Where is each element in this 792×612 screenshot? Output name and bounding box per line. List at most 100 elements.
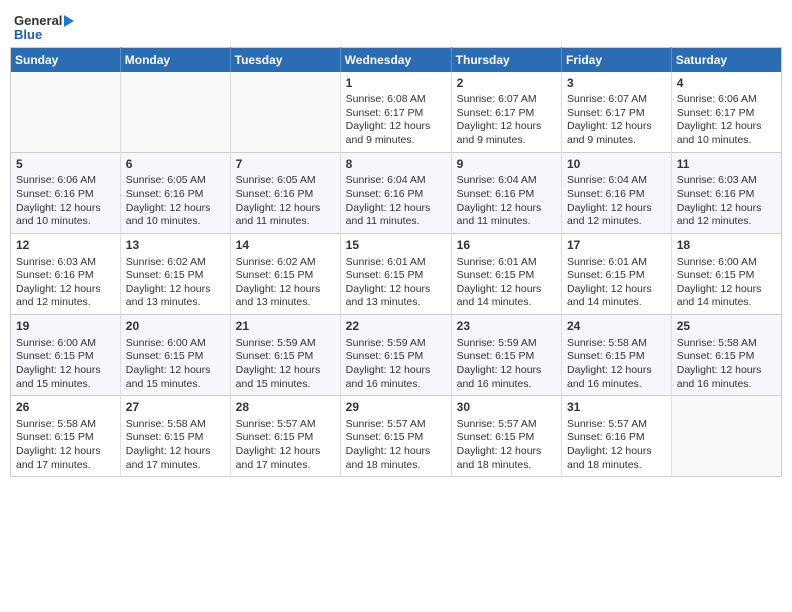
- weekday-header-saturday: Saturday: [671, 47, 781, 72]
- day-number: 11: [677, 157, 776, 173]
- day-info: Sunrise: 6:08 AM Sunset: 6:17 PM Dayligh…: [346, 93, 446, 148]
- calendar-cell: 16 Sunrise: 6:01 AM Sunset: 6:15 PM Dayli…: [451, 233, 561, 314]
- day-info: Sunrise: 5:59 AM Sunset: 6:15 PM Dayligh…: [457, 337, 556, 392]
- day-info: Sunrise: 5:57 AM Sunset: 6:15 PM Dayligh…: [457, 418, 556, 473]
- weekday-header-wednesday: Wednesday: [340, 47, 451, 72]
- day-number: 14: [236, 238, 335, 254]
- calendar-cell: 15 Sunrise: 6:01 AM Sunset: 6:15 PM Dayli…: [340, 233, 451, 314]
- calendar-table: SundayMondayTuesdayWednesdayThursdayFrid…: [10, 47, 782, 478]
- day-number: 10: [567, 157, 666, 173]
- calendar-cell: 28 Sunrise: 5:57 AM Sunset: 6:15 PM Dayli…: [230, 396, 340, 477]
- day-number: 4: [677, 76, 776, 92]
- calendar-week-row: 26 Sunrise: 5:58 AM Sunset: 6:15 PM Dayli…: [11, 396, 782, 477]
- calendar-cell: 2Sunrise: 6:07 AM Sunset: 6:17 PM Daylig…: [451, 72, 561, 153]
- day-info: Sunrise: 6:03 AM Sunset: 6:16 PM Dayligh…: [677, 174, 776, 229]
- day-info: Sunrise: 5:58 AM Sunset: 6:15 PM Dayligh…: [126, 418, 225, 473]
- day-info: Sunrise: 6:03 AM Sunset: 6:16 PM Dayligh…: [16, 256, 115, 311]
- day-info: Sunrise: 6:01 AM Sunset: 6:15 PM Dayligh…: [346, 256, 446, 311]
- logo-text-blue: Blue: [14, 28, 42, 42]
- calendar-cell: 7Sunrise: 6:05 AM Sunset: 6:16 PM Daylig…: [230, 152, 340, 233]
- day-number: 21: [236, 319, 335, 335]
- calendar-cell: 23Sunrise: 5:59 AM Sunset: 6:15 PM Dayli…: [451, 315, 561, 396]
- day-number: 30: [457, 400, 556, 416]
- day-info: Sunrise: 6:04 AM Sunset: 6:16 PM Dayligh…: [346, 174, 446, 229]
- day-number: 5: [16, 157, 115, 173]
- day-info: Sunrise: 6:01 AM Sunset: 6:15 PM Dayligh…: [567, 256, 666, 311]
- calendar-cell: 26 Sunrise: 5:58 AM Sunset: 6:15 PM Dayli…: [11, 396, 121, 477]
- day-info: Sunrise: 6:05 AM Sunset: 6:16 PM Dayligh…: [126, 174, 225, 229]
- calendar-cell: 11Sunrise: 6:03 AM Sunset: 6:16 PM Dayli…: [671, 152, 781, 233]
- calendar-cell: 25 Sunrise: 5:58 AM Sunset: 6:15 PM Dayli…: [671, 315, 781, 396]
- day-info: Sunrise: 6:04 AM Sunset: 6:16 PM Dayligh…: [567, 174, 666, 229]
- calendar-cell: 24Sunrise: 5:58 AM Sunset: 6:15 PM Dayli…: [562, 315, 672, 396]
- day-number: 31: [567, 400, 666, 416]
- calendar-week-row: 19 Sunrise: 6:00 AM Sunset: 6:15 PM Dayli…: [11, 315, 782, 396]
- day-number: 18: [677, 238, 776, 254]
- day-info: Sunrise: 6:06 AM Sunset: 6:17 PM Dayligh…: [677, 93, 776, 148]
- day-info: Sunrise: 6:07 AM Sunset: 6:17 PM Dayligh…: [457, 93, 556, 148]
- day-info: Sunrise: 6:00 AM Sunset: 6:15 PM Dayligh…: [126, 337, 225, 392]
- day-info: Sunrise: 6:04 AM Sunset: 6:16 PM Dayligh…: [457, 174, 556, 229]
- day-number: 19: [16, 319, 115, 335]
- logo: General Blue: [14, 14, 74, 43]
- calendar-cell: 17 Sunrise: 6:01 AM Sunset: 6:15 PM Dayli…: [562, 233, 672, 314]
- calendar-cell: 4Sunrise: 6:06 AM Sunset: 6:17 PM Daylig…: [671, 72, 781, 153]
- calendar-cell: 31Sunrise: 5:57 AM Sunset: 6:16 PM Dayli…: [562, 396, 672, 477]
- day-number: 17: [567, 238, 666, 254]
- day-info: Sunrise: 6:00 AM Sunset: 6:15 PM Dayligh…: [677, 256, 776, 311]
- calendar-cell: 14 Sunrise: 6:02 AM Sunset: 6:15 PM Dayli…: [230, 233, 340, 314]
- day-info: Sunrise: 5:58 AM Sunset: 6:15 PM Dayligh…: [677, 337, 776, 392]
- calendar-cell: 3Sunrise: 6:07 AM Sunset: 6:17 PM Daylig…: [562, 72, 672, 153]
- day-info: Sunrise: 5:58 AM Sunset: 6:15 PM Dayligh…: [16, 418, 115, 473]
- day-info: Sunrise: 6:01 AM Sunset: 6:15 PM Dayligh…: [457, 256, 556, 311]
- calendar-header: SundayMondayTuesdayWednesdayThursdayFrid…: [11, 47, 782, 72]
- calendar-cell: [671, 396, 781, 477]
- day-number: 27: [126, 400, 225, 416]
- calendar-week-row: 5Sunrise: 6:06 AM Sunset: 6:16 PM Daylig…: [11, 152, 782, 233]
- day-number: 16: [457, 238, 556, 254]
- calendar-cell: 22 Sunrise: 5:59 AM Sunset: 6:15 PM Dayli…: [340, 315, 451, 396]
- calendar-cell: 29Sunrise: 5:57 AM Sunset: 6:15 PM Dayli…: [340, 396, 451, 477]
- day-info: Sunrise: 6:00 AM Sunset: 6:15 PM Dayligh…: [16, 337, 115, 392]
- day-info: Sunrise: 5:59 AM Sunset: 6:15 PM Dayligh…: [346, 337, 446, 392]
- calendar-cell: 10Sunrise: 6:04 AM Sunset: 6:16 PM Dayli…: [562, 152, 672, 233]
- day-number: 15: [346, 238, 446, 254]
- day-number: 1: [346, 76, 446, 92]
- calendar-cell: 8Sunrise: 6:04 AM Sunset: 6:16 PM Daylig…: [340, 152, 451, 233]
- calendar-body: 1Sunrise: 6:08 AM Sunset: 6:17 PM Daylig…: [11, 72, 782, 477]
- day-number: 9: [457, 157, 556, 173]
- day-number: 3: [567, 76, 666, 92]
- day-info: Sunrise: 6:07 AM Sunset: 6:17 PM Dayligh…: [567, 93, 666, 148]
- day-number: 20: [126, 319, 225, 335]
- calendar-cell: 18 Sunrise: 6:00 AM Sunset: 6:15 PM Dayli…: [671, 233, 781, 314]
- day-info: Sunrise: 6:02 AM Sunset: 6:15 PM Dayligh…: [236, 256, 335, 311]
- day-info: Sunrise: 5:59 AM Sunset: 6:15 PM Dayligh…: [236, 337, 335, 392]
- calendar-cell: 27 Sunrise: 5:58 AM Sunset: 6:15 PM Dayli…: [120, 396, 230, 477]
- calendar-cell: 13Sunrise: 6:02 AM Sunset: 6:15 PM Dayli…: [120, 233, 230, 314]
- calendar-cell: 1Sunrise: 6:08 AM Sunset: 6:17 PM Daylig…: [340, 72, 451, 153]
- day-number: 26: [16, 400, 115, 416]
- calendar-week-row: 1Sunrise: 6:08 AM Sunset: 6:17 PM Daylig…: [11, 72, 782, 153]
- weekday-header-sunday: Sunday: [11, 47, 121, 72]
- calendar-cell: 6Sunrise: 6:05 AM Sunset: 6:16 PM Daylig…: [120, 152, 230, 233]
- day-number: 13: [126, 238, 225, 254]
- day-number: 2: [457, 76, 556, 92]
- calendar-cell: 9Sunrise: 6:04 AM Sunset: 6:16 PM Daylig…: [451, 152, 561, 233]
- weekday-header-row: SundayMondayTuesdayWednesdayThursdayFrid…: [11, 47, 782, 72]
- day-number: 6: [126, 157, 225, 173]
- calendar-week-row: 12 Sunrise: 6:03 AM Sunset: 6:16 PM Dayli…: [11, 233, 782, 314]
- logo-text-general: General: [14, 14, 62, 28]
- day-number: 25: [677, 319, 776, 335]
- day-number: 24: [567, 319, 666, 335]
- calendar-cell: [11, 72, 121, 153]
- day-number: 12: [16, 238, 115, 254]
- day-number: 29: [346, 400, 446, 416]
- day-number: 22: [346, 319, 446, 335]
- calendar-cell: 20 Sunrise: 6:00 AM Sunset: 6:15 PM Dayli…: [120, 315, 230, 396]
- day-info: Sunrise: 5:57 AM Sunset: 6:15 PM Dayligh…: [236, 418, 335, 473]
- day-number: 28: [236, 400, 335, 416]
- weekday-header-monday: Monday: [120, 47, 230, 72]
- calendar-cell: 30 Sunrise: 5:57 AM Sunset: 6:15 PM Dayli…: [451, 396, 561, 477]
- page-header: General Blue: [10, 10, 782, 43]
- weekday-header-friday: Friday: [562, 47, 672, 72]
